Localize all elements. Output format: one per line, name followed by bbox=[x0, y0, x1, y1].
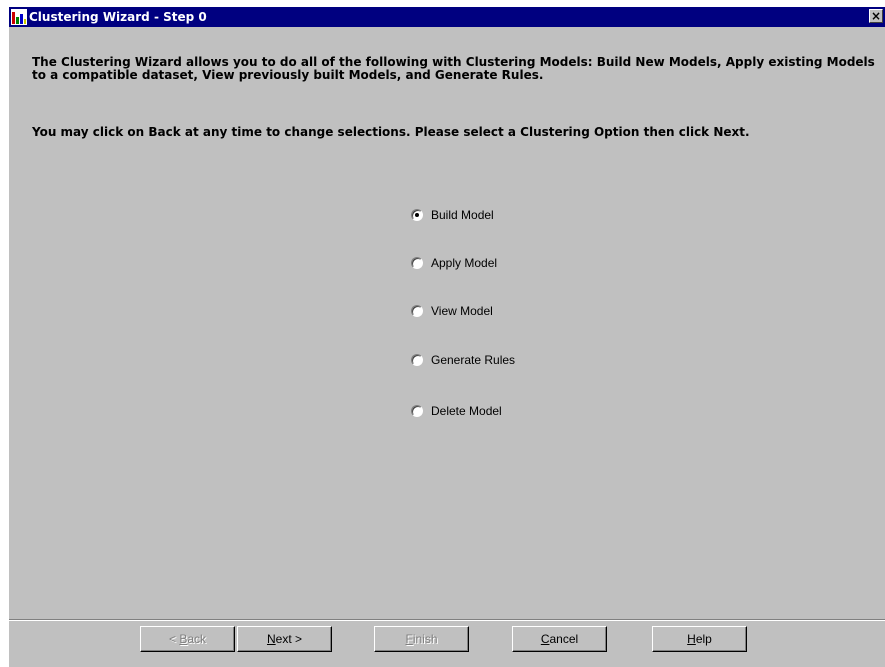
radio-button[interactable] bbox=[411, 305, 423, 317]
instruction-text: You may click on Back at any time to cha… bbox=[32, 125, 750, 139]
next-button[interactable]: Next > bbox=[237, 626, 332, 652]
window-title: Clustering Wizard - Step 0 bbox=[29, 10, 207, 24]
radio-button[interactable] bbox=[411, 209, 423, 221]
close-button[interactable]: × bbox=[869, 9, 883, 23]
radio-button[interactable] bbox=[411, 405, 423, 417]
cancel-button[interactable]: Cancel bbox=[512, 626, 607, 652]
button-separator bbox=[9, 619, 885, 621]
radio-label: Delete Model bbox=[431, 404, 502, 418]
wizard-body: The Clustering Wizard allows you to do a… bbox=[9, 27, 885, 667]
radio-label: View Model bbox=[431, 304, 493, 318]
radio-button[interactable] bbox=[411, 354, 423, 366]
chart-app-icon bbox=[11, 9, 27, 25]
intro-text: The Clustering Wizard allows you to do a… bbox=[32, 55, 875, 82]
radio-label: Build Model bbox=[431, 208, 494, 222]
radio-label: Generate Rules bbox=[431, 353, 516, 367]
radio-selected-dot bbox=[415, 213, 419, 217]
title-bar[interactable]: Clustering Wizard - Step 0 × bbox=[9, 7, 885, 27]
radio-button[interactable] bbox=[411, 257, 423, 269]
clustering-wizard-window: Clustering Wizard - Step 0 × The Cluster… bbox=[0, 0, 885, 667]
radio-label: Apply Model bbox=[431, 256, 498, 270]
finish-button[interactable]: Finish bbox=[374, 626, 469, 652]
help-button[interactable]: Help bbox=[652, 626, 747, 652]
back-button[interactable]: < Back bbox=[140, 626, 235, 652]
